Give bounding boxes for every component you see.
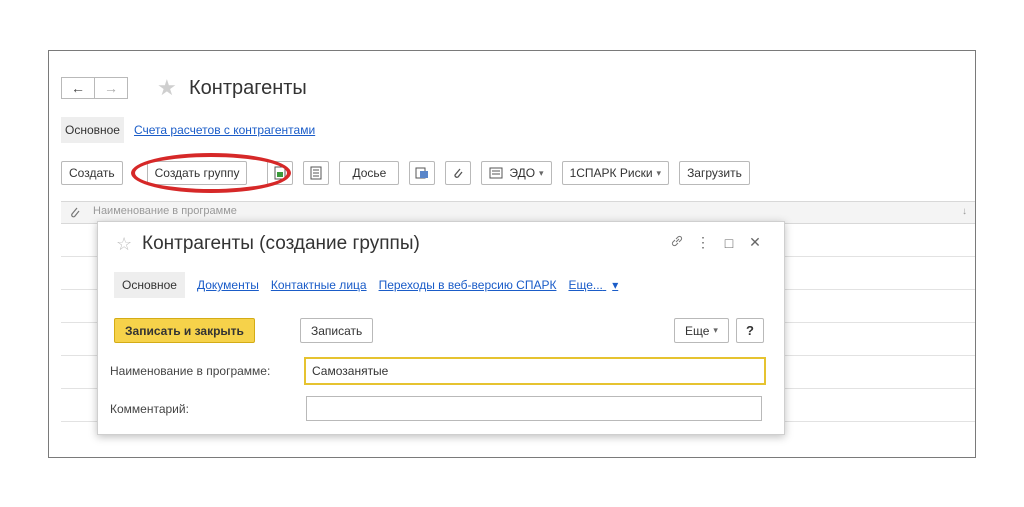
form-tabs: Основное Счета расчетов с контрагентами — [61, 117, 315, 143]
create-button[interactable]: Создать — [61, 161, 123, 185]
document-button[interactable] — [267, 161, 294, 185]
dialog-window-controls: ⋮ □ ✕ — [664, 234, 768, 251]
favorite-star-icon[interactable]: ★ — [157, 77, 177, 99]
edo-button[interactable]: ЭДО ▾ — [481, 161, 552, 185]
help-button[interactable]: ? — [736, 318, 764, 343]
tab-documents[interactable]: Документы — [197, 278, 259, 292]
list-view-button[interactable] — [303, 161, 330, 185]
link-icon[interactable] — [664, 234, 690, 251]
create-group-button[interactable]: Создать группу — [146, 161, 248, 185]
save-button[interactable]: Записать — [300, 318, 374, 343]
attachments-button[interactable] — [445, 161, 472, 185]
load-button[interactable]: Загрузить — [679, 161, 750, 185]
name-input[interactable]: Самозанятые — [304, 357, 766, 385]
favorite-star-icon[interactable]: ☆ — [116, 234, 132, 254]
edo-label: ЭДО — [509, 166, 536, 180]
tab-main[interactable]: Основное — [61, 117, 124, 143]
forward-button[interactable]: → — [94, 77, 128, 99]
navigation-buttons: ← → — [61, 77, 128, 99]
document-green-icon — [274, 166, 286, 180]
create-group-dialog: ☆ Контрагенты (создание группы) ⋮ □ ✕ Ос… — [97, 221, 785, 435]
comment-field-label: Комментарий: — [110, 402, 189, 416]
back-button[interactable]: ← — [61, 77, 95, 99]
chevron-down-icon: ▾ — [656, 167, 662, 178]
page-title: Контрагенты — [189, 77, 307, 99]
close-icon[interactable]: ✕ — [742, 234, 768, 251]
list-icon — [310, 166, 322, 180]
tab-main[interactable]: Основное — [114, 272, 185, 298]
dialog-title: Контрагенты (создание группы) — [142, 233, 420, 254]
edo-icon — [489, 167, 503, 179]
save-and-close-button[interactable]: Записать и закрыть — [114, 318, 255, 343]
spark-risks-label: 1СПАРК Риски — [569, 166, 653, 180]
maximize-icon[interactable]: □ — [716, 235, 742, 251]
spark-risks-button[interactable]: 1СПАРК Риски ▾ — [561, 161, 670, 185]
report-icon — [415, 167, 429, 179]
chevron-down-icon: ▾ — [612, 278, 619, 292]
report-button[interactable] — [409, 161, 436, 185]
chevron-down-icon: ▾ — [713, 325, 718, 335]
more-vertical-icon[interactable]: ⋮ — [690, 234, 716, 251]
column-header-name[interactable]: Наименование в программе — [93, 205, 237, 217]
forward-arrow-icon: → — [104, 80, 118, 96]
chevron-down-icon: ▾ — [539, 167, 544, 178]
paperclip-icon — [454, 168, 463, 178]
dialog-toolbar: Записать и закрыть Записать Еще ▾ ? — [114, 318, 770, 344]
tab-more-label: Еще... — [568, 278, 603, 292]
paperclip-icon — [69, 206, 81, 218]
name-field-label: Наименование в программе: — [110, 364, 271, 378]
list-toolbar: Создать Создать группу Досье ЭДО ▾ 1СПАР… — [61, 161, 760, 185]
dialog-tabs: Основное Документы Контактные лица Перех… — [114, 272, 618, 298]
tab-accounts-link[interactable]: Счета расчетов с контрагентами — [134, 123, 315, 137]
more-button[interactable]: Еще ▾ — [674, 318, 729, 343]
tab-spark-web[interactable]: Переходы в веб-версию СПАРК — [379, 278, 557, 292]
sort-icon[interactable]: ↓ — [962, 206, 967, 217]
tab-contacts[interactable]: Контактные лица — [271, 278, 367, 292]
more-label: Еще — [685, 323, 710, 338]
back-arrow-icon: ← — [71, 80, 85, 96]
tab-more[interactable]: Еще... ▾ — [568, 278, 618, 292]
comment-input[interactable] — [306, 396, 762, 421]
dossier-button[interactable]: Досье — [339, 161, 400, 185]
